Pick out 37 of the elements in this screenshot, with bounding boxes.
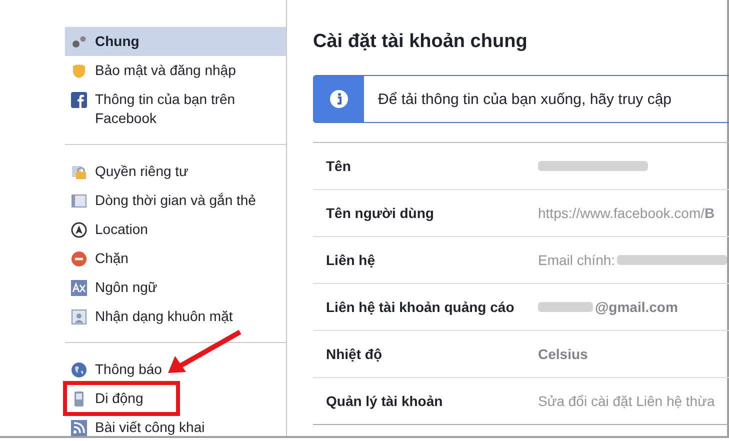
setting-value: Celsius (538, 346, 588, 362)
block-icon (71, 251, 87, 267)
sidebar-item[interactable]: Bài viết công khai (65, 413, 286, 436)
sidebar-item[interactable]: Nhận dạng khuôn mặt (65, 302, 286, 331)
setting-label: Tên người dùng (326, 205, 435, 221)
globe-icon (71, 362, 87, 378)
location-icon (71, 222, 87, 238)
sidebar-item[interactable]: Thông báo (65, 355, 286, 384)
setting-label: Quản lý tài khoản (326, 393, 444, 409)
setting-value: Sửa đổi cài đặt Liên hệ thừa (538, 393, 715, 409)
sidebar-item[interactable]: Chung (65, 27, 286, 56)
gear-icon (71, 34, 87, 50)
sidebar-item[interactable]: Bảo mật và đăng nhập (65, 56, 286, 85)
setting-label: Liên hệ tài khoản quảng cáo (326, 299, 516, 315)
page-title: Cài đặt tài khoản chung (313, 31, 528, 53)
sidebar-item[interactable]: Thông tin của bạn trên Facebook (65, 85, 286, 133)
setting-value: https://www.facebook.com/B (538, 205, 715, 221)
sidebar-item[interactable]: Ngôn ngữ (65, 273, 286, 302)
setting-label: Nhiệt độ (326, 346, 383, 362)
sidebar-item[interactable]: Dòng thời gian và gắn thẻ (65, 186, 286, 215)
setting-label: Tên (326, 158, 352, 174)
face-icon (71, 309, 87, 325)
info-text: Để tải thông tin của bạn xuống, hãy truy cập (377, 90, 672, 108)
setting-label: Liên hệ (326, 252, 376, 268)
facebook-icon (71, 92, 87, 108)
blurred-value (538, 302, 593, 312)
sidebar-item[interactable]: Chặn (65, 244, 286, 273)
language-icon (71, 280, 87, 296)
sidebar-item[interactable]: Quyền riêng tư (65, 157, 286, 186)
lock-icon (71, 164, 87, 180)
sidebar-item[interactable]: Location (65, 215, 286, 244)
timeline-icon (71, 193, 87, 209)
shield-icon (71, 63, 87, 79)
sidebar-item[interactable]: Di động (63, 381, 180, 416)
setting-value: Email chính: (538, 252, 616, 268)
setting-value: @gmail.com (595, 299, 678, 315)
info-icon (329, 89, 349, 109)
